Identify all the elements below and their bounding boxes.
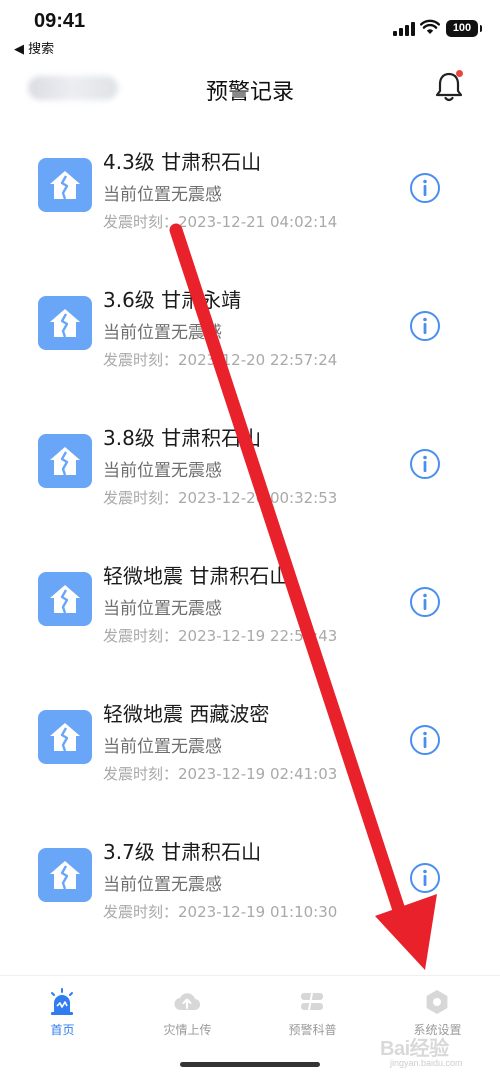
record-status: 当前位置无震感 bbox=[103, 185, 222, 205]
earthquake-house-icon bbox=[38, 158, 92, 212]
record-time: 发震时刻：2023-12-20 00:32:53 bbox=[103, 487, 337, 508]
record-time: 发震时刻：2023-12-19 02:41:03 bbox=[103, 763, 337, 784]
info-icon[interactable] bbox=[409, 724, 441, 756]
notification-dot bbox=[456, 70, 463, 77]
info-icon[interactable] bbox=[409, 172, 441, 204]
baidu-watermark: Bai经验 bbox=[380, 1038, 449, 1060]
record-time-label: 发震时刻： bbox=[103, 489, 179, 507]
record-status: 当前位置无震感 bbox=[103, 461, 222, 481]
record-time-label: 发震时刻： bbox=[103, 765, 179, 783]
record-title: 3.6级 甘肃永靖 bbox=[103, 288, 242, 312]
tab-label: 灾情上传 bbox=[163, 1023, 212, 1037]
status-bar: 09:41 ◀ 搜索 100 bbox=[0, 0, 500, 57]
record-item[interactable]: 4.3级 甘肃积石山 当前位置无震感 发震时刻：2023-12-21 04:02… bbox=[0, 130, 500, 268]
clock: 09:41 bbox=[34, 10, 86, 32]
record-time-value: 2023-12-21 04:02:14 bbox=[178, 213, 338, 231]
watermark-url: jingyan.baidu.com bbox=[390, 1058, 463, 1068]
cloud-upload-icon bbox=[174, 993, 201, 1011]
info-icon[interactable] bbox=[409, 862, 441, 894]
record-status: 当前位置无震感 bbox=[103, 323, 222, 343]
tab-label: 首页 bbox=[50, 1023, 75, 1037]
record-time: 发震时刻：2023-12-19 22:55:43 bbox=[103, 625, 337, 646]
record-item[interactable]: 3.8级 甘肃积石山 当前位置无震感 发震时刻：2023-12-20 00:32… bbox=[0, 406, 500, 544]
earthquake-house-icon bbox=[38, 572, 92, 626]
record-title: 4.3级 甘肃积石山 bbox=[103, 150, 262, 174]
info-icon[interactable] bbox=[409, 310, 441, 342]
book-icon bbox=[301, 992, 323, 1011]
record-item[interactable]: 3.7级 甘肃积石山 当前位置无震感 发震时刻：2023-12-19 01:10… bbox=[0, 820, 500, 958]
earthquake-house-icon bbox=[38, 710, 92, 764]
tab-warning-science[interactable]: 预警科普 bbox=[250, 976, 375, 1046]
record-time: 发震时刻：2023-12-21 04:02:14 bbox=[103, 211, 337, 232]
record-time-value: 2023-12-20 00:32:53 bbox=[178, 489, 338, 507]
record-time-value: 2023-12-19 01:10:30 bbox=[178, 903, 338, 921]
record-title: 3.7级 甘肃积石山 bbox=[103, 840, 262, 864]
earthquake-house-icon bbox=[38, 296, 92, 350]
record-time: 发震时刻：2023-12-20 22:57:24 bbox=[103, 349, 337, 370]
record-item[interactable]: 轻微地震 西藏波密 当前位置无震感 发震时刻：2023-12-19 02:41:… bbox=[0, 682, 500, 820]
earthquake-house-icon bbox=[38, 848, 92, 902]
back-to-search-link[interactable]: ◀ 搜索 bbox=[14, 38, 54, 57]
record-status: 当前位置无震感 bbox=[103, 599, 222, 619]
signal-icon bbox=[393, 22, 415, 36]
wifi-icon bbox=[420, 19, 440, 34]
record-time-label: 发震时刻： bbox=[103, 351, 179, 369]
record-time-label: 发震时刻： bbox=[103, 903, 179, 921]
record-time-label: 发震时刻： bbox=[103, 213, 179, 231]
home-indicator bbox=[180, 1062, 320, 1067]
record-status: 当前位置无震感 bbox=[103, 737, 222, 757]
record-title: 3.8级 甘肃积石山 bbox=[103, 426, 262, 450]
warning-record-list: 4.3级 甘肃积石山 当前位置无震感 发震时刻：2023-12-21 04:02… bbox=[0, 130, 500, 958]
record-time-value: 2023-12-20 22:57:24 bbox=[178, 351, 338, 369]
tab-disaster-upload[interactable]: 灾情上传 bbox=[125, 976, 250, 1046]
record-time-label: 发震时刻： bbox=[103, 627, 179, 645]
info-icon[interactable] bbox=[409, 448, 441, 480]
page-title: 预警记录 bbox=[205, 80, 294, 105]
app-header: 预警记录 bbox=[0, 60, 500, 116]
settings-icon bbox=[426, 990, 448, 1014]
tab-home[interactable]: 首页 bbox=[0, 976, 125, 1046]
record-title: 轻微地震 西藏波密 bbox=[103, 702, 270, 726]
earthquake-house-icon bbox=[38, 434, 92, 488]
battery-icon: 100 bbox=[446, 20, 482, 37]
info-icon[interactable] bbox=[409, 586, 441, 618]
record-item[interactable]: 轻微地震 甘肃积石山 当前位置无震感 发震时刻：2023-12-19 22:55… bbox=[0, 544, 500, 682]
record-status: 当前位置无震感 bbox=[103, 875, 222, 895]
record-title: 轻微地震 甘肃积石山 bbox=[103, 564, 290, 588]
record-item[interactable]: 3.6级 甘肃永靖 当前位置无震感 发震时刻：2023-12-20 22:57:… bbox=[0, 268, 500, 406]
tab-label: 预警科普 bbox=[288, 1023, 337, 1037]
record-time-value: 2023-12-19 22:55:43 bbox=[178, 627, 338, 645]
alarm-icon bbox=[51, 988, 73, 1015]
record-time: 发震时刻：2023-12-19 01:10:30 bbox=[103, 901, 337, 922]
record-time-value: 2023-12-19 02:41:03 bbox=[178, 765, 338, 783]
